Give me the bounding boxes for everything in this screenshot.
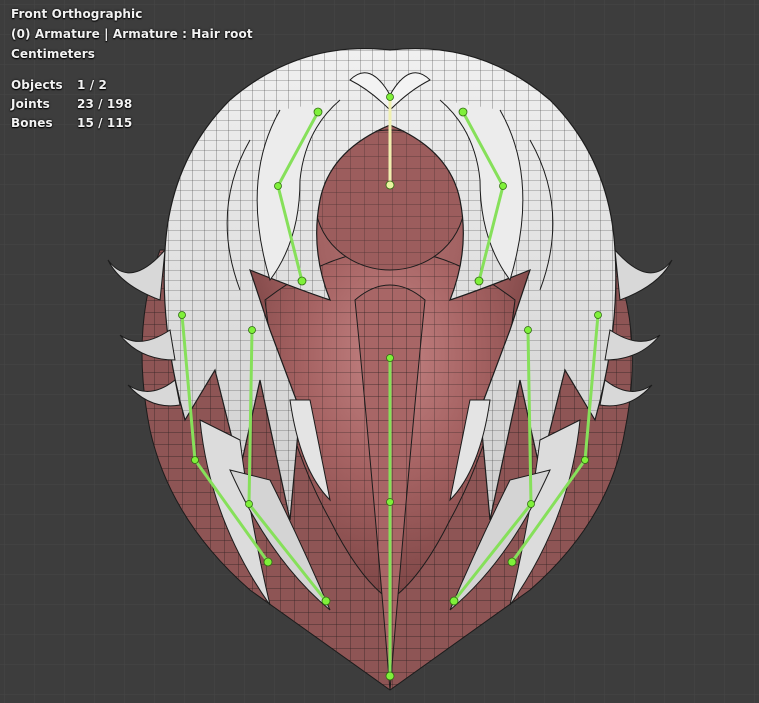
joint[interactable]	[385, 180, 395, 190]
joint[interactable]	[527, 500, 535, 508]
joint[interactable]	[386, 498, 394, 506]
joint[interactable]	[594, 311, 602, 319]
joint[interactable]	[263, 557, 273, 567]
joint[interactable]	[458, 107, 468, 117]
stat-bones-label: Bones	[11, 116, 53, 130]
stat-joints-label: Joints	[11, 97, 50, 111]
view-name: Front Orthographic	[11, 7, 143, 21]
joint[interactable]	[581, 456, 589, 464]
joint[interactable]	[386, 93, 394, 101]
joint[interactable]	[507, 557, 517, 567]
3d-viewport[interactable]: Front Orthographic (0) Armature | Armatu…	[0, 0, 759, 703]
stat-objects-value: 1 / 2	[77, 78, 107, 92]
stat-joints-value: 23 / 198	[77, 97, 133, 111]
active-object-context: (0) Armature | Armature : Hair root	[11, 27, 253, 41]
joint[interactable]	[524, 326, 532, 334]
joint[interactable]	[449, 596, 459, 606]
joint[interactable]	[313, 107, 323, 117]
joint[interactable]	[385, 671, 395, 681]
joint[interactable]	[321, 596, 331, 606]
joint[interactable]	[245, 500, 253, 508]
joint[interactable]	[474, 276, 484, 286]
joint[interactable]	[297, 276, 307, 286]
joint[interactable]	[274, 182, 282, 190]
joint[interactable]	[386, 354, 394, 362]
stat-bones-value: 15 / 115	[77, 116, 133, 130]
joint[interactable]	[248, 326, 256, 334]
unit-system: Centimeters	[11, 47, 96, 61]
joint[interactable]	[178, 311, 186, 319]
joint[interactable]	[191, 456, 199, 464]
stat-objects-label: Objects	[11, 78, 63, 92]
joint[interactable]	[499, 182, 507, 190]
